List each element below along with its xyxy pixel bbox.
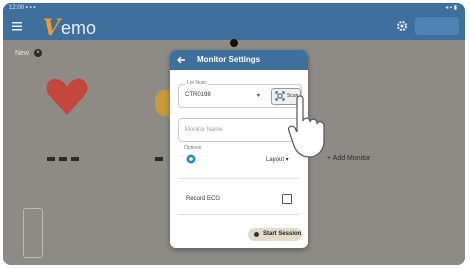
app-bar-action-button[interactable] — [415, 17, 459, 35]
status-bar: 12:00 ▪ ▪ ▪ ◂ ▪ ▮ — [3, 3, 465, 13]
value-dash — [71, 157, 79, 161]
chevron-down-icon[interactable]: ▾ — [257, 92, 260, 99]
dialog-header: Monitor Settings — [170, 50, 308, 70]
layout-value: Layout — [266, 157, 285, 163]
record-ecg-checkbox[interactable] — [282, 194, 292, 204]
tab-new[interactable]: New × — [15, 49, 42, 57]
divider — [178, 214, 300, 215]
record-dot-icon — [254, 232, 259, 237]
logo-mark: V — [43, 15, 61, 41]
options-label: Options — [184, 145, 202, 151]
gear-icon[interactable] — [396, 20, 408, 32]
pointing-hand-icon — [287, 95, 325, 158]
divider — [178, 178, 300, 179]
app-bar: V emo — [3, 13, 465, 41]
start-session-label: Start Session — [263, 231, 302, 237]
partial-icon — [155, 90, 171, 116]
lot-number-field[interactable]: Lot Num CTR0198 ▾ Scan — [178, 80, 302, 108]
heart-icon — [46, 78, 88, 115]
status-right: ◂ ▪ ▮ — [445, 5, 457, 11]
color-picker-icon[interactable] — [186, 154, 196, 164]
side-card — [23, 208, 43, 258]
record-ecg-label: Record ECG — [186, 196, 221, 202]
tab-label: New — [15, 49, 30, 57]
close-icon[interactable]: × — [33, 49, 42, 57]
monitor-name-input[interactable]: Monitor Name — [178, 118, 302, 142]
start-session-button[interactable]: Start Session — [248, 228, 302, 241]
scan-icon — [275, 91, 285, 101]
placeholder-text: Monitor Name — [185, 127, 223, 133]
logo-text: emo — [61, 18, 97, 38]
device-frame: 12:00 ▪ ▪ ▪ ◂ ▪ ▮ V emo New × + Add Moni… — [3, 3, 465, 265]
arrow-left-icon[interactable] — [176, 55, 186, 65]
camera-notch — [230, 39, 238, 47]
field-label: Lot Num — [185, 80, 208, 86]
value-dash — [59, 157, 67, 161]
status-left: 12:00 ▪ ▪ ▪ — [9, 5, 36, 11]
field-value: CTR0198 — [185, 92, 211, 98]
dialog-title: Monitor Settings — [197, 55, 261, 64]
value-dash — [47, 157, 55, 161]
menu-icon[interactable] — [11, 20, 23, 32]
value-dash — [155, 157, 163, 161]
